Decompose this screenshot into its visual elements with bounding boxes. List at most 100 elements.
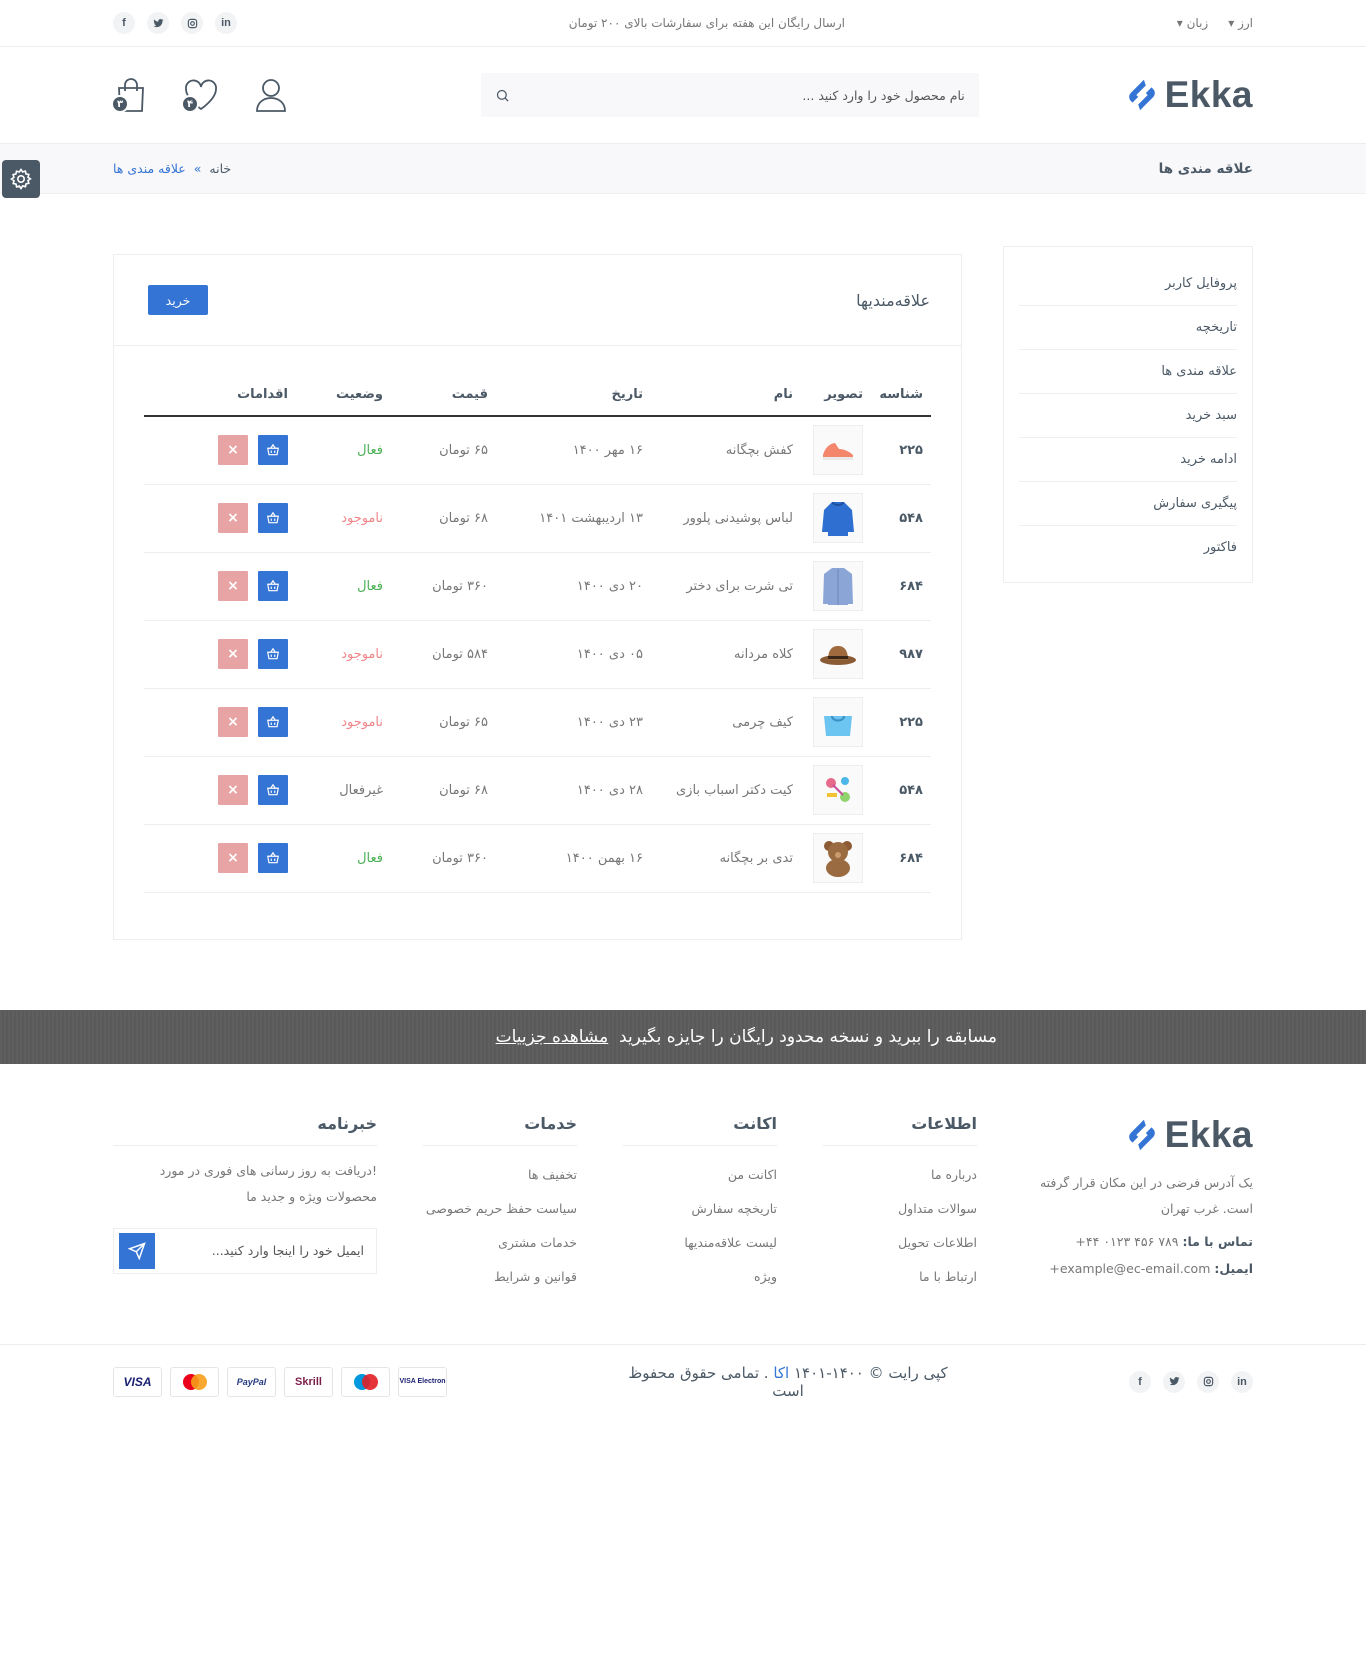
row-actions: × xyxy=(144,620,296,689)
product-thumbnail[interactable] xyxy=(813,629,863,679)
facebook-icon[interactable]: f xyxy=(113,12,136,34)
remove-button[interactable]: × xyxy=(218,707,248,737)
add-to-cart-button[interactable] xyxy=(258,571,288,601)
footer-link-contact[interactable]: ارتباط با ما xyxy=(823,1260,977,1294)
footer-link-delivery[interactable]: اطلاعات تحویل xyxy=(823,1226,977,1260)
remove-button[interactable]: × xyxy=(218,503,248,533)
add-to-cart-button[interactable] xyxy=(258,435,288,466)
linkedin-icon[interactable]: in xyxy=(215,12,238,34)
footer-link-special[interactable]: ویژه xyxy=(623,1260,777,1294)
instagram-icon[interactable] xyxy=(181,12,204,34)
breadcrumb-home-link[interactable]: خانه xyxy=(209,161,231,176)
twitter-icon[interactable] xyxy=(1163,1370,1185,1393)
row-name[interactable]: کیت دکتر اسباب بازی xyxy=(651,756,801,825)
row-price: ۶۸ تومان xyxy=(391,484,496,553)
footer-link-privacy[interactable]: سیاست حفظ حریم خصوصی xyxy=(423,1192,577,1226)
footer-link-wishlist[interactable]: لیست علاقه‌مندیها xyxy=(623,1226,777,1260)
promo-details-link[interactable]: مشاهده جزییات xyxy=(496,1027,609,1047)
row-name[interactable]: کلاه مردانه xyxy=(651,620,801,689)
twitter-icon[interactable] xyxy=(147,12,170,34)
footer-address: یک آدرس فرضی در این مکان قرار گرفته است.… xyxy=(1039,1174,1253,1216)
row-image-cell xyxy=(801,688,871,757)
add-to-cart-button[interactable] xyxy=(258,503,288,533)
product-thumbnail[interactable] xyxy=(813,765,863,815)
sidebar-item-wishlist[interactable]: علاقه مندی ها xyxy=(1019,350,1237,394)
header: Ekka ۴ ۳ xyxy=(0,47,1366,143)
row-date: ۲۰ دی ۱۴۰۰ xyxy=(496,552,651,621)
row-id: ۹۸۷ xyxy=(871,620,931,689)
footer-link-faq[interactable]: سوالات متداول xyxy=(823,1192,977,1226)
newsletter-submit-button[interactable] xyxy=(119,1232,155,1269)
product-thumbnail[interactable] xyxy=(813,561,863,611)
footer-link-my-account[interactable]: اکانت من xyxy=(623,1158,777,1192)
basket-icon xyxy=(267,647,279,660)
footer-logo-text: Ekka xyxy=(1164,1113,1253,1155)
cart-button[interactable]: ۳ xyxy=(111,75,149,115)
column-header-image: تصویر xyxy=(801,374,871,417)
remove-button[interactable]: × xyxy=(218,775,248,805)
footer-phone-label: تماس با ما: xyxy=(1182,1233,1253,1249)
row-name[interactable]: تی شرت برای دختر xyxy=(651,552,801,621)
basket-icon xyxy=(267,443,279,456)
sidebar-item-invoice[interactable]: فاکتور xyxy=(1019,526,1237,570)
footer-link-order-history[interactable]: تاریخچه سفارش xyxy=(623,1192,777,1226)
logo[interactable]: Ekka xyxy=(1123,74,1253,116)
footer-link-discounts[interactable]: تخفیف ها xyxy=(423,1158,577,1192)
mastercard-icon xyxy=(170,1366,219,1397)
linkedin-icon[interactable]: in xyxy=(1231,1370,1253,1393)
sidebar-item-profile[interactable]: پروفایل کاربر xyxy=(1019,262,1237,306)
product-thumbnail[interactable] xyxy=(813,697,863,747)
newsletter-email-input[interactable] xyxy=(174,1243,364,1258)
row-id: ۵۴۸ xyxy=(871,756,931,825)
remove-button[interactable]: × xyxy=(218,571,248,601)
row-name[interactable]: لباس پوشیدنی پلوور xyxy=(651,484,801,553)
search-icon[interactable] xyxy=(495,88,510,103)
settings-gear-button[interactable] xyxy=(2,160,40,198)
remove-button[interactable]: × xyxy=(218,843,248,873)
footer-link-about[interactable]: درباره ما xyxy=(823,1158,977,1192)
sidebar-item-history[interactable]: تاریخچه xyxy=(1019,306,1237,350)
top-dropdowns: ارز زبان xyxy=(1177,16,1253,30)
product-thumbnail[interactable] xyxy=(813,493,863,543)
footer-link-terms[interactable]: قوانین و شرایط xyxy=(423,1260,577,1294)
shipping-message: ارسال رایگان این هفته برای سفارشات بالای… xyxy=(568,16,845,30)
visa-icon: VISA xyxy=(113,1366,162,1397)
language-dropdown[interactable]: زبان xyxy=(1177,16,1209,30)
footer-bottom: f in کپی رایت © ۱۴۰۰-۱۴۰۱ اکا . تمامی حق… xyxy=(0,1343,1366,1418)
add-to-cart-button[interactable] xyxy=(258,843,288,873)
account-sidebar: پروفایل کاربر تاریخچه علاقه مندی ها سبد … xyxy=(1003,246,1253,583)
wishlist-title: علاقه‌مندیها xyxy=(856,290,930,310)
wishlist-button[interactable]: ۴ xyxy=(181,75,219,115)
row-actions: × xyxy=(144,484,296,553)
instagram-icon[interactable] xyxy=(1197,1370,1219,1393)
row-actions: × xyxy=(144,688,296,757)
facebook-icon[interactable]: f xyxy=(1129,1370,1151,1393)
row-name[interactable]: تدی بر بچگانه xyxy=(651,824,801,893)
add-to-cart-button[interactable] xyxy=(258,639,288,669)
add-to-cart-button[interactable] xyxy=(258,775,288,805)
remove-button[interactable]: × xyxy=(218,435,248,466)
row-date: ۱۳ اردیبهشت ۱۴۰۱ xyxy=(496,484,651,553)
add-to-cart-button[interactable] xyxy=(258,707,288,737)
footer-phone: ۷۸۹ ۴۵۶ ۰۱۲۳ ۴۴+ xyxy=(1075,1233,1179,1249)
sidebar-item-track-order[interactable]: پیگیری سفارش xyxy=(1019,482,1237,526)
sidebar-item-checkout[interactable]: ادامه خرید xyxy=(1019,438,1237,482)
account-button[interactable] xyxy=(253,75,289,115)
buy-button[interactable]: خرید xyxy=(148,285,208,315)
footer-logo[interactable]: Ekka xyxy=(1023,1114,1253,1156)
wishlist-table-wrap: شناسه تصویر نام تاریخ قیمت وضعیت اقدامات… xyxy=(114,346,961,939)
row-name[interactable]: کفش بچگانه xyxy=(651,416,801,485)
row-id: ۲۲۵ xyxy=(871,416,931,485)
row-status: غیرفعال xyxy=(296,756,391,825)
remove-button[interactable]: × xyxy=(218,639,248,669)
footer-link-customer-service[interactable]: خدمات مشتری xyxy=(423,1226,577,1260)
copyright-brand-link[interactable]: اکا xyxy=(773,1364,789,1382)
currency-dropdown[interactable]: ارز xyxy=(1228,16,1253,30)
product-thumbnail[interactable] xyxy=(813,425,863,476)
row-name[interactable]: کیف چرمی xyxy=(651,688,801,757)
row-id: ۶۸۴ xyxy=(871,552,931,621)
sidebar-item-cart[interactable]: سبد خرید xyxy=(1019,394,1237,438)
product-thumbnail[interactable] xyxy=(813,833,863,883)
footer-info-column: اطلاعات درباره ما سوالات متداول اطلاعات … xyxy=(823,1114,977,1294)
search-input[interactable] xyxy=(544,87,965,103)
